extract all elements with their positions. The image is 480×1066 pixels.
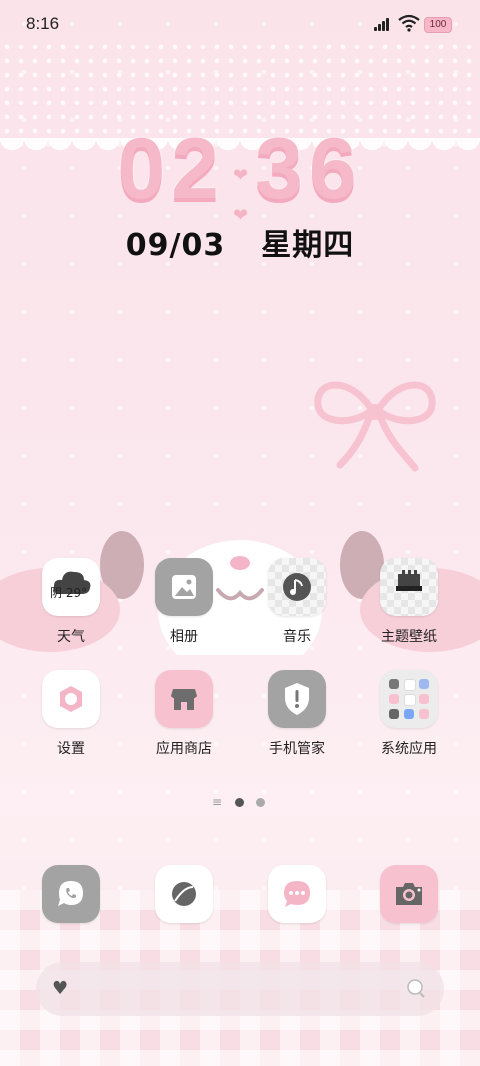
app-label: 应用商店 bbox=[156, 741, 212, 757]
browser-icon bbox=[155, 865, 213, 923]
app-store-icon bbox=[155, 670, 213, 728]
phone-manager-shield-icon bbox=[268, 670, 326, 728]
page-indicator[interactable]: ≡ bbox=[212, 796, 272, 810]
app-label: 系统应用 bbox=[381, 741, 437, 757]
clock-widget[interactable]: 02 ❤ ❤ 36 bbox=[0, 120, 480, 229]
dock-browser[interactable] bbox=[136, 865, 232, 923]
dock-phone[interactable] bbox=[23, 865, 119, 923]
wifi-icon bbox=[398, 14, 420, 32]
app-label: 主题壁纸 bbox=[381, 629, 437, 645]
home-screen: 8:16 100 02 ❤ ❤ 36 09/03 星期四 阴 29° 天气 相册… bbox=[0, 0, 480, 1066]
clock-minute: 36 bbox=[255, 121, 363, 217]
status-time: 8:16 bbox=[26, 14, 60, 33]
settings-gear-icon bbox=[42, 670, 100, 728]
phone-icon bbox=[42, 865, 100, 923]
music-icon bbox=[268, 558, 326, 616]
app-label: 设置 bbox=[57, 741, 85, 757]
heart-icon[interactable]: ♥ bbox=[52, 978, 68, 999]
app-label: 手机管家 bbox=[269, 741, 325, 757]
bow-decoration bbox=[314, 381, 436, 472]
signal-icon bbox=[374, 17, 392, 31]
app-phone-manager[interactable]: 手机管家 bbox=[249, 670, 345, 758]
app-store[interactable]: 应用商店 bbox=[136, 670, 232, 758]
clock-colon-hearts: ❤ ❤ bbox=[233, 164, 249, 226]
search-bar[interactable]: ♥ bbox=[36, 962, 444, 1016]
page-list-icon: ≡ bbox=[212, 795, 223, 809]
clock-hour: 02 bbox=[117, 121, 225, 217]
app-folder-system[interactable]: 系统应用 bbox=[361, 670, 457, 758]
status-bar: 8:16 100 bbox=[0, 0, 480, 48]
app-theme-wallpaper[interactable]: 主题壁纸 bbox=[361, 558, 457, 646]
app-gallery[interactable]: 相册 bbox=[136, 558, 232, 646]
page-dot bbox=[256, 798, 265, 807]
messages-icon bbox=[268, 865, 326, 923]
gallery-icon bbox=[155, 558, 213, 616]
app-label: 相册 bbox=[170, 629, 198, 645]
puppy-face-decoration bbox=[100, 531, 384, 655]
dock-messages[interactable] bbox=[249, 865, 345, 923]
date-day: 09/03 bbox=[125, 228, 226, 263]
app-label: 天气 bbox=[57, 629, 85, 645]
battery-indicator: 100 bbox=[424, 17, 452, 33]
page-dot-active bbox=[235, 798, 244, 807]
folder-icon bbox=[380, 670, 438, 728]
weather-cloud-icon: 阴 29° bbox=[42, 558, 100, 616]
date-display: 09/03 星期四 bbox=[0, 220, 480, 264]
camera-icon bbox=[380, 865, 438, 923]
date-weekday: 星期四 bbox=[261, 228, 355, 263]
theme-brush-icon bbox=[380, 558, 438, 616]
search-icon[interactable] bbox=[406, 978, 426, 998]
app-settings[interactable]: 设置 bbox=[23, 670, 119, 758]
weather-widget-text: 阴 29° bbox=[50, 586, 88, 600]
app-label: 音乐 bbox=[283, 629, 311, 645]
app-weather[interactable]: 阴 29° 天气 bbox=[23, 558, 119, 646]
app-music[interactable]: 音乐 bbox=[249, 558, 345, 646]
dock-camera[interactable] bbox=[361, 865, 457, 923]
